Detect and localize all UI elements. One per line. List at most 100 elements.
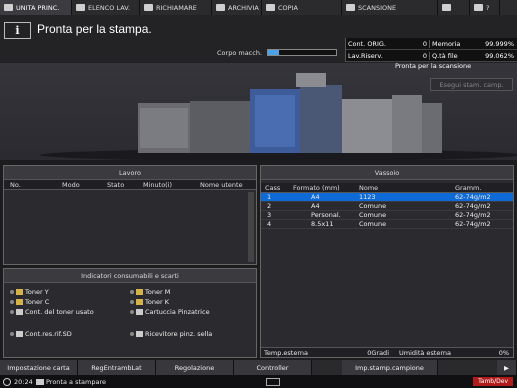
- keyboard-icon[interactable]: [266, 377, 280, 386]
- tray-row[interactable]: 2 A4 Comune 62-74g/m2: [261, 202, 513, 211]
- vassoio-header: Cass Formato (mm) Nome Gramm.: [261, 183, 513, 193]
- consumable-cont-res-rif-sd[interactable]: Cont.res.rif.SD: [10, 330, 72, 338]
- bottom-button-regolazione[interactable]: Regolazione: [156, 360, 234, 375]
- tab-copia[interactable]: COPIA: [262, 0, 342, 15]
- tray-cass: 2: [267, 202, 272, 210]
- tab-label: ARCHIVIA: [228, 3, 259, 12]
- bottom-button-impostazione-carta[interactable]: Impostazione carta: [0, 360, 78, 375]
- scan-status: Pronta per la scansione: [395, 62, 472, 70]
- consumable-toner-k[interactable]: Toner K: [130, 298, 169, 306]
- tray-cass: 3: [267, 211, 272, 219]
- status-dot-icon: [130, 290, 134, 294]
- consumable-icon: [16, 299, 23, 305]
- qta-file-label: Q.tà file: [429, 51, 474, 60]
- status-dot-icon: [10, 310, 14, 314]
- consumable-label: Ricevitore pinz. sella: [145, 330, 213, 338]
- consumabili-title: Indicatori consumabili e scarti: [4, 269, 256, 283]
- consumable-label: Toner Y: [25, 288, 49, 296]
- col-cass: Cass: [265, 183, 281, 192]
- corpo-macchina-fill: [268, 50, 279, 55]
- consumable-toner-c[interactable]: Toner C: [10, 298, 49, 306]
- temp-value: 0Gradi: [367, 348, 389, 357]
- bottom-button-regentramblat[interactable]: RegEntrambLat: [78, 360, 156, 375]
- col-stato: Stato: [107, 180, 125, 189]
- tray-row[interactable]: 3 Personal. Comune 62-74g/m2: [261, 211, 513, 220]
- vassoio-panel: Vassoio Cass Formato (mm) Nome Gramm. 1 A…: [260, 165, 514, 358]
- info-icon: i: [4, 22, 31, 39]
- temp-label: Temp.esterna: [264, 348, 308, 357]
- consumable-cartuccia-pinzatrice[interactable]: Cartuccia Pinzatrice: [130, 308, 210, 316]
- cont-orig-value: 0: [422, 39, 427, 48]
- lavoro-header: No. Modo Stato Minuto(i) Nome utente: [4, 180, 256, 190]
- tray-row[interactable]: 1 A4 1123 62-74g/m2: [261, 193, 513, 202]
- col-minuti: Minuto(i): [143, 180, 173, 189]
- bottom-button-label: RegEntrambLat: [91, 363, 142, 372]
- tab-elenco-lav[interactable]: ELENCO LAV.: [72, 0, 140, 15]
- scan-icon: [346, 4, 355, 11]
- lav-riserv-label: Lav.Riserv.: [348, 51, 383, 60]
- col-nome-utente: Nome utente: [200, 180, 243, 189]
- consumable-label: Cont. del toner usato: [25, 308, 94, 316]
- consumable-icon: [16, 331, 23, 337]
- copy-icon: [266, 4, 275, 11]
- tray-formato: A4: [311, 202, 320, 210]
- consumable-ricevitore-pinz-sella[interactable]: Ricevitore pinz. sella: [130, 330, 212, 338]
- tab-label: SCANSIONE: [358, 3, 397, 12]
- col-formato: Formato (mm): [293, 183, 340, 192]
- tab-scansione[interactable]: SCANSIONE: [342, 0, 438, 15]
- help-icon: [474, 4, 483, 11]
- consumable-icon: [136, 299, 143, 305]
- umid-value: 0%: [498, 348, 509, 357]
- mode-badge: Tamb/Dev: [473, 377, 513, 386]
- memoria-value: 99.999%: [485, 39, 514, 48]
- tab-web[interactable]: [438, 0, 470, 15]
- consumable-toner-m[interactable]: Toner M: [130, 288, 170, 296]
- umid-label: Umidità esterna: [399, 348, 452, 357]
- tab-label: ELENCO LAV.: [88, 3, 130, 12]
- home-icon: [4, 4, 13, 11]
- bottom-button-imp-stamp-campione[interactable]: Imp.stamp.campione: [342, 360, 438, 375]
- tray-formato: A4: [311, 193, 320, 201]
- consumable-cont-del-toner-usato[interactable]: Cont. del toner usato: [10, 308, 94, 316]
- consumable-label: Cartuccia Pinzatrice: [145, 308, 210, 316]
- status-message: Pronta per la stampa.: [37, 22, 152, 36]
- tab-label: COPIA: [278, 3, 298, 12]
- memoria-label: Memoria: [429, 39, 474, 48]
- tray-gramm: 62-74g/m2: [455, 202, 491, 210]
- status-dot-icon: [130, 300, 134, 304]
- lavoro-scrollbar[interactable]: [248, 192, 254, 262]
- consumable-toner-y[interactable]: Toner Y: [10, 288, 49, 296]
- status-text: Pronta a stampare: [46, 377, 106, 386]
- printer-icon: [36, 378, 44, 385]
- bottom-button-label: Regolazione: [174, 363, 215, 372]
- tray-nome: Comune: [359, 220, 387, 228]
- job-list-icon: [76, 4, 85, 11]
- consumable-icon: [16, 309, 23, 315]
- environment-bar: Temp.esterna 0Gradi Umidità esterna 0%: [261, 347, 513, 357]
- sample-print-button[interactable]: Esegui stam. camp.: [430, 78, 513, 91]
- tray-list: 1 A4 1123 62-74g/m2 2 A4 Comune 62-74g/m2 3 Perso…: [261, 193, 513, 229]
- tab-label: RICHIAMARE: [156, 3, 197, 12]
- tray-cass: 1: [267, 193, 272, 201]
- vassoio-title: Vassoio: [261, 166, 513, 180]
- tray-row[interactable]: 4 8.5x11 Comune 62-74g/m2: [261, 220, 513, 229]
- lavoro-title: Lavoro: [4, 166, 256, 180]
- tray-nome: 1123: [359, 193, 376, 201]
- tray-gramm: 62-74g/m2: [455, 193, 491, 201]
- tab-[interactable]: ?: [470, 0, 500, 15]
- tab-label: ?: [486, 3, 490, 12]
- tab-richiamare[interactable]: RICHIAMARE: [140, 0, 212, 15]
- next-arrow-icon[interactable]: ▶: [497, 360, 517, 375]
- consumable-label: Toner M: [145, 288, 171, 296]
- main-tab-bar: UNITA PRINC. ELENCO LAV. RICHIAMARE ARCHIVI…: [0, 0, 517, 15]
- status-time: 20:24: [14, 377, 33, 386]
- col-modo: Modo: [62, 180, 80, 189]
- tab-archivia[interactable]: ARCHIVIA: [212, 0, 262, 15]
- bottom-button-label: Impostazione carta: [7, 363, 70, 372]
- status-dot-icon: [10, 290, 14, 294]
- tab-unita-princ[interactable]: UNITA PRINC.: [0, 0, 72, 15]
- tray-nome: Comune: [359, 211, 387, 219]
- bottom-button-controller[interactable]: Controller: [234, 360, 312, 375]
- clock-icon: [3, 377, 11, 386]
- tray-nome: Comune: [359, 202, 387, 210]
